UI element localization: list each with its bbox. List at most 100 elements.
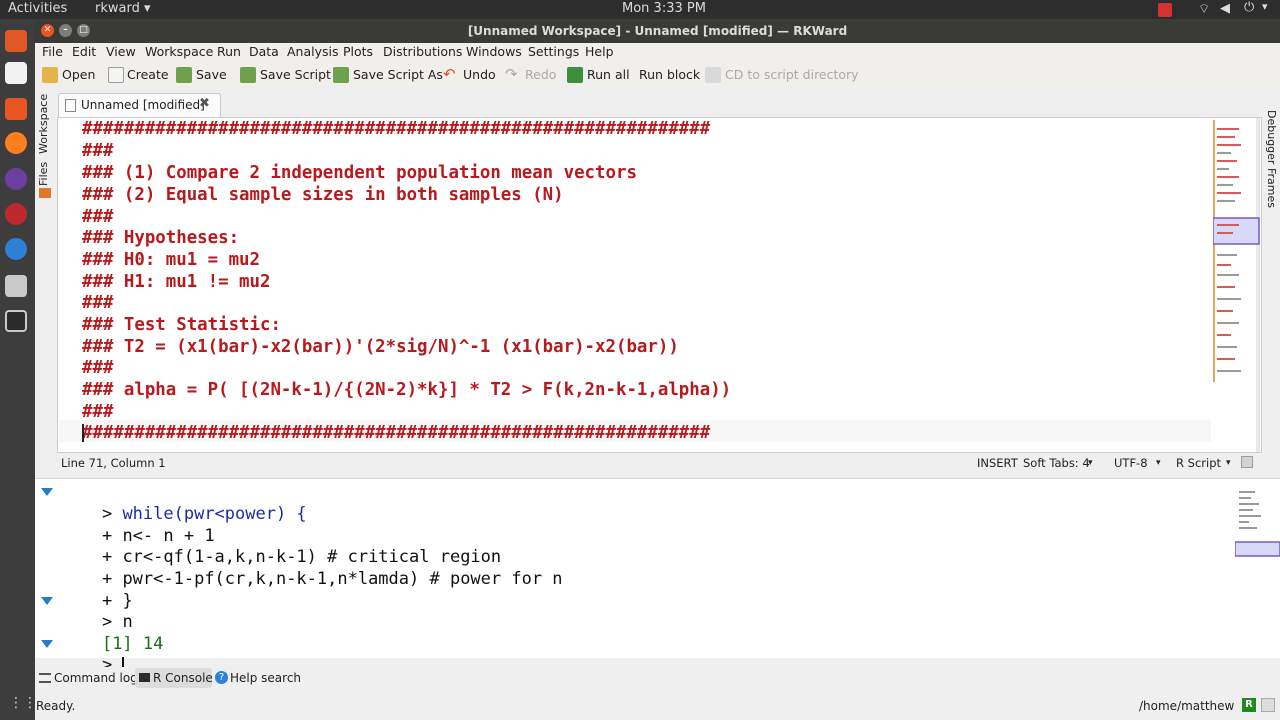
- browser-icon[interactable]: [5, 168, 27, 190]
- r-status-icon[interactable]: [1261, 698, 1275, 712]
- media-icon[interactable]: [5, 203, 27, 225]
- tab-debugger-frames[interactable]: Debugger Frames: [1265, 110, 1278, 208]
- files-icon[interactable]: [5, 30, 27, 52]
- system-top-bar: Activities rkward ▾ Mon 3:33 PM ⌔ ◀ ⏻ ▾: [0, 0, 1280, 19]
- working-directory[interactable]: /home/matthew: [1139, 699, 1234, 713]
- editor-status-bar: Line 71, Column 1 INSERT Soft Tabs: 4 ▾ …: [57, 453, 1262, 473]
- system-menu-arrow-icon[interactable]: ▾: [1262, 0, 1268, 13]
- print-icon[interactable]: [1241, 456, 1253, 468]
- tab-command-log[interactable]: Command log: [54, 671, 138, 685]
- create-icon[interactable]: [108, 67, 124, 83]
- minimize-window-icon[interactable]: –: [59, 24, 72, 37]
- code-line: ### T2 = (x1(bar)-x2(bar))'(2*sig/N)^-1 …: [82, 337, 679, 357]
- main-toolbar: Open Create Save Save Script Save Script…: [35, 63, 1280, 88]
- tab-help-search[interactable]: Help search: [230, 671, 301, 685]
- save-script-icon[interactable]: [240, 67, 256, 83]
- code-line: ### H0: mu1 = mu2: [82, 250, 260, 270]
- firefox-icon[interactable]: [5, 132, 27, 154]
- power-icon[interactable]: ⏻: [1244, 0, 1254, 15]
- console-line: + pwr<-1-pf(cr,k,n-k-1,n*lamda) # power …: [61, 546, 563, 589]
- code-line: ### alpha = P( [(2N-k-1)/{(2N-2)*k}] * T…: [82, 380, 732, 400]
- undo-button[interactable]: Undo: [463, 67, 496, 82]
- menu-settings[interactable]: Settings: [528, 44, 579, 59]
- bottom-tool-tabs: Command log R Console ? Help search: [35, 667, 1280, 689]
- save-icon[interactable]: [176, 67, 192, 83]
- language-dropdown-icon[interactable]: ▾: [1226, 458, 1231, 468]
- tab-r-console[interactable]: R Console: [153, 671, 213, 685]
- tab-settings-dropdown-icon[interactable]: ▾: [1088, 458, 1093, 468]
- close-window-icon[interactable]: ✕: [41, 24, 54, 37]
- notification-icon[interactable]: [1158, 3, 1172, 17]
- help-icon: ?: [215, 671, 228, 684]
- menu-view[interactable]: View: [106, 44, 136, 59]
- run-all-button[interactable]: Run all: [587, 67, 630, 82]
- code-line: ########################################…: [82, 119, 711, 139]
- script-editor[interactable]: ########################################…: [57, 117, 1262, 453]
- fold-arrow-icon[interactable]: [41, 488, 53, 496]
- menu-help[interactable]: Help: [585, 44, 614, 59]
- app-menu[interactable]: rkward ▾: [95, 1, 151, 16]
- save-script-as-button[interactable]: Save Script As: [353, 67, 443, 82]
- dock: ⋮⋮: [0, 19, 37, 720]
- wifi-icon[interactable]: ⌔: [1198, 1, 1210, 17]
- menu-run[interactable]: Run: [217, 44, 241, 59]
- close-tab-icon[interactable]: ✖: [199, 96, 210, 111]
- maximize-window-icon[interactable]: □: [77, 24, 90, 37]
- fold-arrow-icon[interactable]: [41, 640, 53, 648]
- redo-icon[interactable]: ↷: [505, 65, 518, 83]
- console-minimap-svg: [1234, 491, 1280, 557]
- undo-icon[interactable]: ↶: [443, 65, 456, 83]
- tab-settings[interactable]: Soft Tabs: 4: [1023, 456, 1090, 470]
- clock[interactable]: Mon 3:33 PM: [622, 1, 706, 16]
- document-tab-label: Unnamed [modified]: [81, 98, 205, 112]
- document-tab[interactable]: Unnamed [modified] ✖: [58, 93, 221, 117]
- encoding[interactable]: UTF-8: [1114, 456, 1148, 470]
- activities-button[interactable]: Activities: [8, 1, 67, 16]
- save-button[interactable]: Save: [196, 67, 227, 82]
- r-status-badge[interactable]: R: [1242, 698, 1256, 712]
- language-mode[interactable]: R Script: [1176, 456, 1221, 470]
- cd-script-icon[interactable]: [705, 67, 721, 83]
- run-block-button[interactable]: Run block: [639, 67, 700, 82]
- menu-data[interactable]: Data: [249, 44, 279, 59]
- menu-workspace[interactable]: Workspace: [145, 44, 213, 59]
- right-tool-panel: Debugger Frames: [1262, 88, 1280, 483]
- tab-workspace[interactable]: Workspace: [37, 94, 50, 154]
- input-mode[interactable]: INSERT: [977, 456, 1018, 470]
- open-button[interactable]: Open: [62, 67, 95, 82]
- console-line: + n<- n + 1: [61, 503, 215, 546]
- r-console[interactable]: > while(pwr<power) { + n<- n + 1 + cr<-q…: [35, 478, 1280, 675]
- menu-file[interactable]: File: [42, 44, 63, 59]
- redo-button[interactable]: Redo: [525, 67, 556, 82]
- menu-plots[interactable]: Plots: [343, 44, 373, 59]
- cursor-position: Line 71, Column 1: [61, 456, 166, 470]
- calculator-icon[interactable]: [5, 275, 27, 297]
- app-grid-icon[interactable]: ⋮⋮: [9, 696, 37, 710]
- code-line: ###: [82, 293, 114, 313]
- tab-files[interactable]: Files: [37, 162, 50, 186]
- encoding-dropdown-icon[interactable]: ▾: [1156, 458, 1161, 468]
- fold-arrow-icon[interactable]: [41, 597, 53, 605]
- menu-edit[interactable]: Edit: [72, 44, 96, 59]
- run-all-icon[interactable]: [567, 67, 583, 83]
- editor-minimap[interactable]: [1212, 118, 1261, 452]
- open-icon[interactable]: [42, 67, 58, 83]
- save-script-button[interactable]: Save Script: [260, 67, 331, 82]
- menu-distributions[interactable]: Distributions: [383, 44, 462, 59]
- software-center-icon[interactable]: [5, 98, 27, 120]
- menu-windows[interactable]: Windows: [466, 44, 522, 59]
- create-button[interactable]: Create: [127, 67, 169, 82]
- console-minimap[interactable]: [1234, 487, 1280, 557]
- console-line: + }: [61, 568, 133, 611]
- console-input-line[interactable]: >: [61, 632, 125, 675]
- minimap-svg: [1212, 118, 1260, 452]
- volume-icon[interactable]: ◀: [1220, 1, 1230, 16]
- mail-icon[interactable]: [5, 238, 27, 260]
- cd-script-button[interactable]: CD to script directory: [725, 67, 859, 82]
- status-bar: Ready. /home/matthew R: [35, 695, 1280, 720]
- document-icon[interactable]: [5, 62, 27, 84]
- code-line: ### Test Statistic:: [82, 315, 281, 335]
- menu-analysis[interactable]: Analysis: [287, 44, 339, 59]
- save-script-as-icon[interactable]: [333, 67, 349, 83]
- rkward-dock-icon[interactable]: [5, 310, 27, 332]
